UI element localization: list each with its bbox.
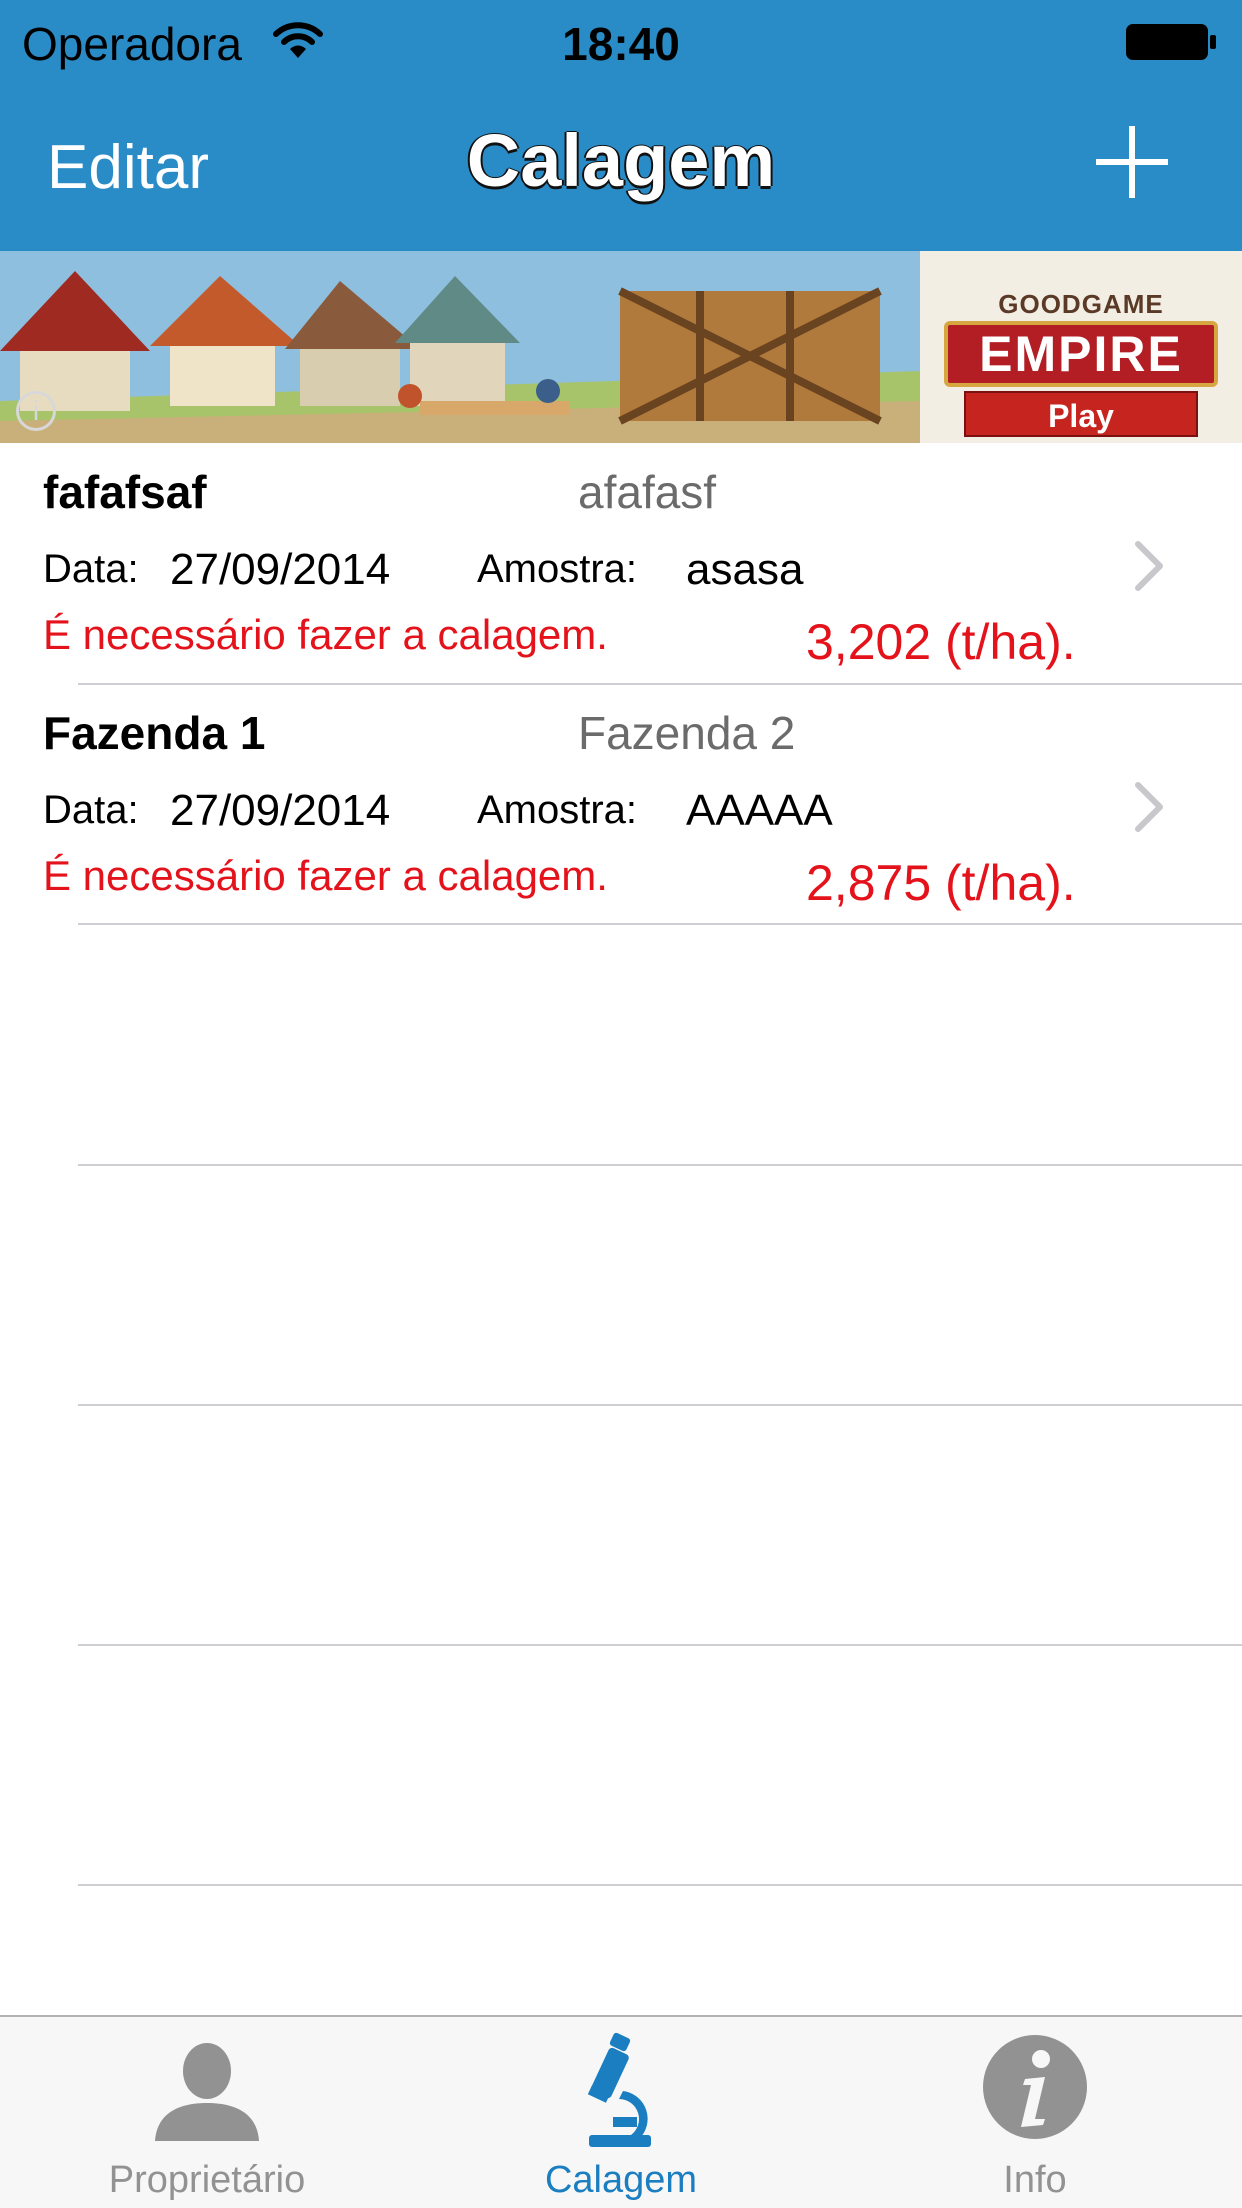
- tab-label: Proprietário: [108, 2159, 306, 2201]
- ad-brand-small: GOODGAME: [998, 289, 1164, 319]
- ad-village-illustration: [0, 251, 920, 443]
- ad-brand: GOODGAME EMPIRE Play: [920, 251, 1242, 443]
- tab-info[interactable]: Info: [828, 2017, 1242, 2208]
- person-icon: [155, 2043, 259, 2141]
- row-divider: [78, 1164, 1242, 1166]
- date-value: 27/09/2014: [170, 545, 391, 594]
- clock: 18:40: [562, 18, 680, 70]
- plus-icon[interactable]: [1092, 122, 1172, 202]
- sample-value: asasa: [686, 545, 804, 594]
- date-label: Data:: [43, 547, 139, 591]
- date-label: Data:: [43, 788, 139, 832]
- row-divider: [78, 923, 1242, 925]
- battery-icon: [1126, 24, 1216, 60]
- item-title: Fazenda 1: [43, 707, 266, 759]
- tab-calagem[interactable]: Calagem: [414, 2017, 828, 2208]
- amount-value: 3,202 (t/ha).: [806, 614, 1076, 670]
- item-subtitle: afafasf: [578, 466, 717, 518]
- info-icon[interactable]: i: [16, 391, 56, 431]
- tab-bar: Proprietário Calagem Info: [0, 2015, 1242, 2208]
- date-value: 27/09/2014: [170, 786, 391, 835]
- warning-text: É necessário fazer a calagem.: [43, 852, 608, 899]
- sample-value: AAAAA: [686, 786, 833, 835]
- ad-play-button[interactable]: Play: [964, 391, 1198, 437]
- sample-label: Amostra:: [477, 788, 638, 832]
- amount-value: 2,875 (t/ha).: [806, 855, 1076, 911]
- ad-brand-title: EMPIRE: [944, 321, 1218, 387]
- tab-label: Info: [1003, 2159, 1067, 2201]
- list-item[interactable]: Fazenda 1 Fazenda 2 Data: 27/09/2014 Amo…: [0, 684, 1242, 924]
- chevron-right-icon: [1135, 541, 1163, 591]
- sample-label: Amostra:: [477, 547, 638, 591]
- tab-proprietario[interactable]: Proprietário: [0, 2017, 414, 2208]
- info-icon: [983, 2035, 1087, 2139]
- tab-label: Calagem: [544, 2159, 698, 2201]
- nav-bar: Editar Calagem: [0, 86, 1242, 251]
- row-divider: [78, 1404, 1242, 1406]
- warning-text: É necessário fazer a calagem.: [43, 611, 608, 658]
- item-subtitle: Fazenda 2: [578, 707, 796, 759]
- microscope-icon: [587, 2032, 651, 2147]
- header: Operadora 18:40 Editar Calagem: [0, 0, 1242, 251]
- row-divider: [78, 1884, 1242, 1886]
- ad-banner[interactable]: GOODGAME EMPIRE Play i: [0, 251, 1242, 443]
- page-title: Calagem: [466, 119, 776, 202]
- list-item[interactable]: fafafsaf afafasf Data: 27/09/2014 Amostr…: [0, 443, 1242, 683]
- row-divider: [78, 1644, 1242, 1646]
- status-bar: Operadora 18:40: [0, 0, 1242, 86]
- chevron-right-icon: [1135, 782, 1163, 832]
- item-title: fafafsaf: [43, 466, 207, 518]
